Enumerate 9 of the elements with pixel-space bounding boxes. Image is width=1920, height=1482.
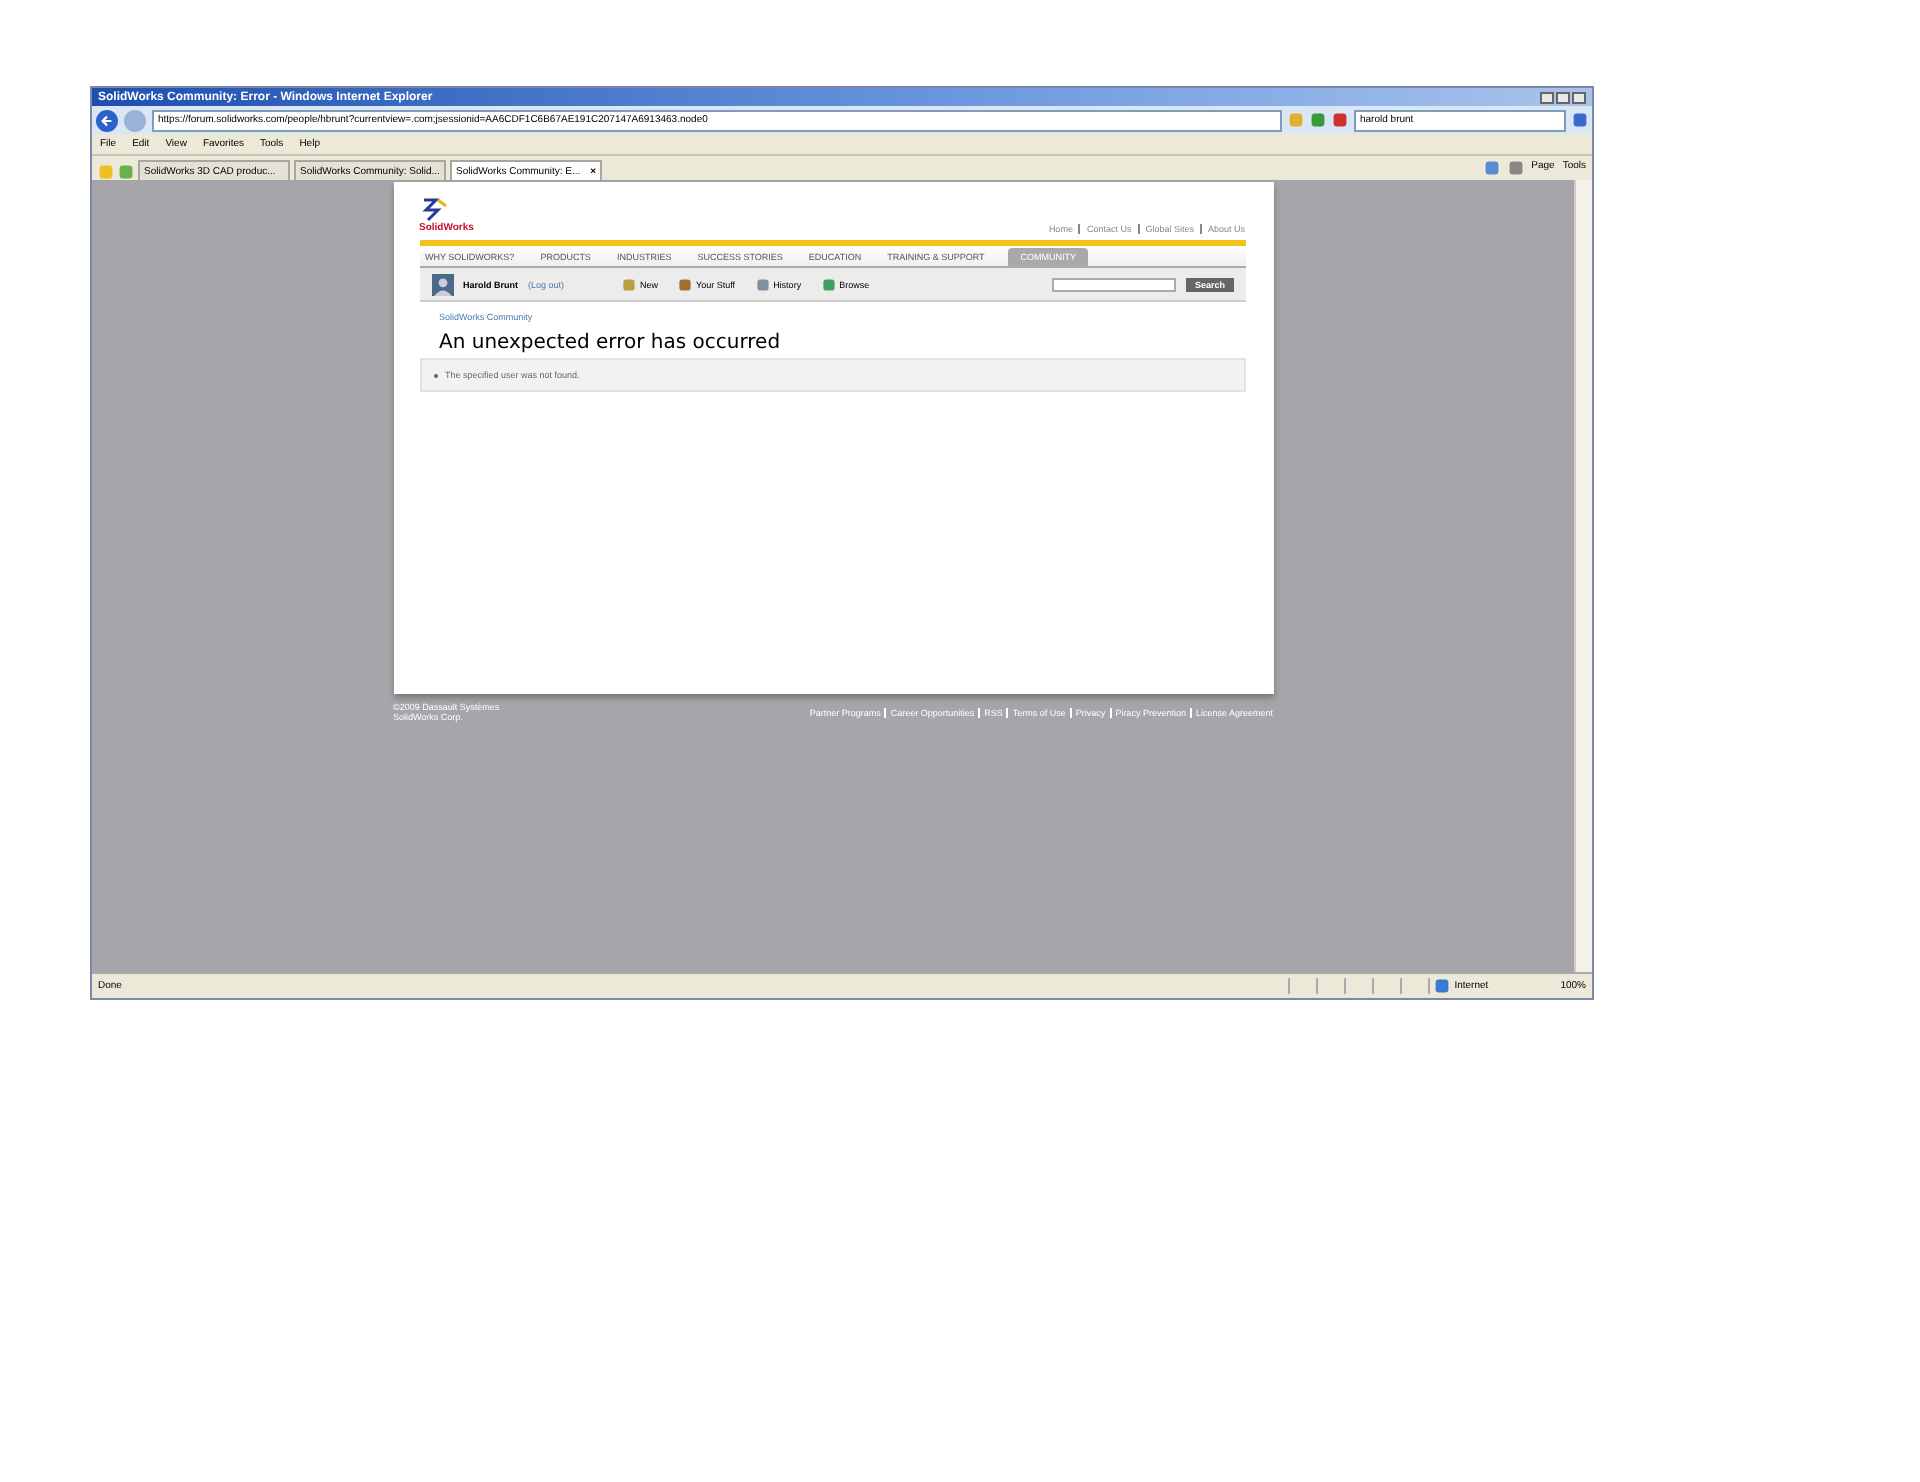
close-button[interactable]: [1572, 91, 1586, 103]
maximize-button[interactable]: [1556, 91, 1570, 103]
site-search-field[interactable]: [1052, 277, 1177, 291]
scrollbar[interactable]: [1574, 180, 1592, 972]
page-heading: An unexpected error has occurred: [439, 332, 783, 354]
avatar: [431, 273, 453, 295]
back-icon[interactable]: [96, 109, 118, 131]
minimize-button[interactable]: [1540, 91, 1554, 103]
logo-icon: [419, 198, 447, 222]
